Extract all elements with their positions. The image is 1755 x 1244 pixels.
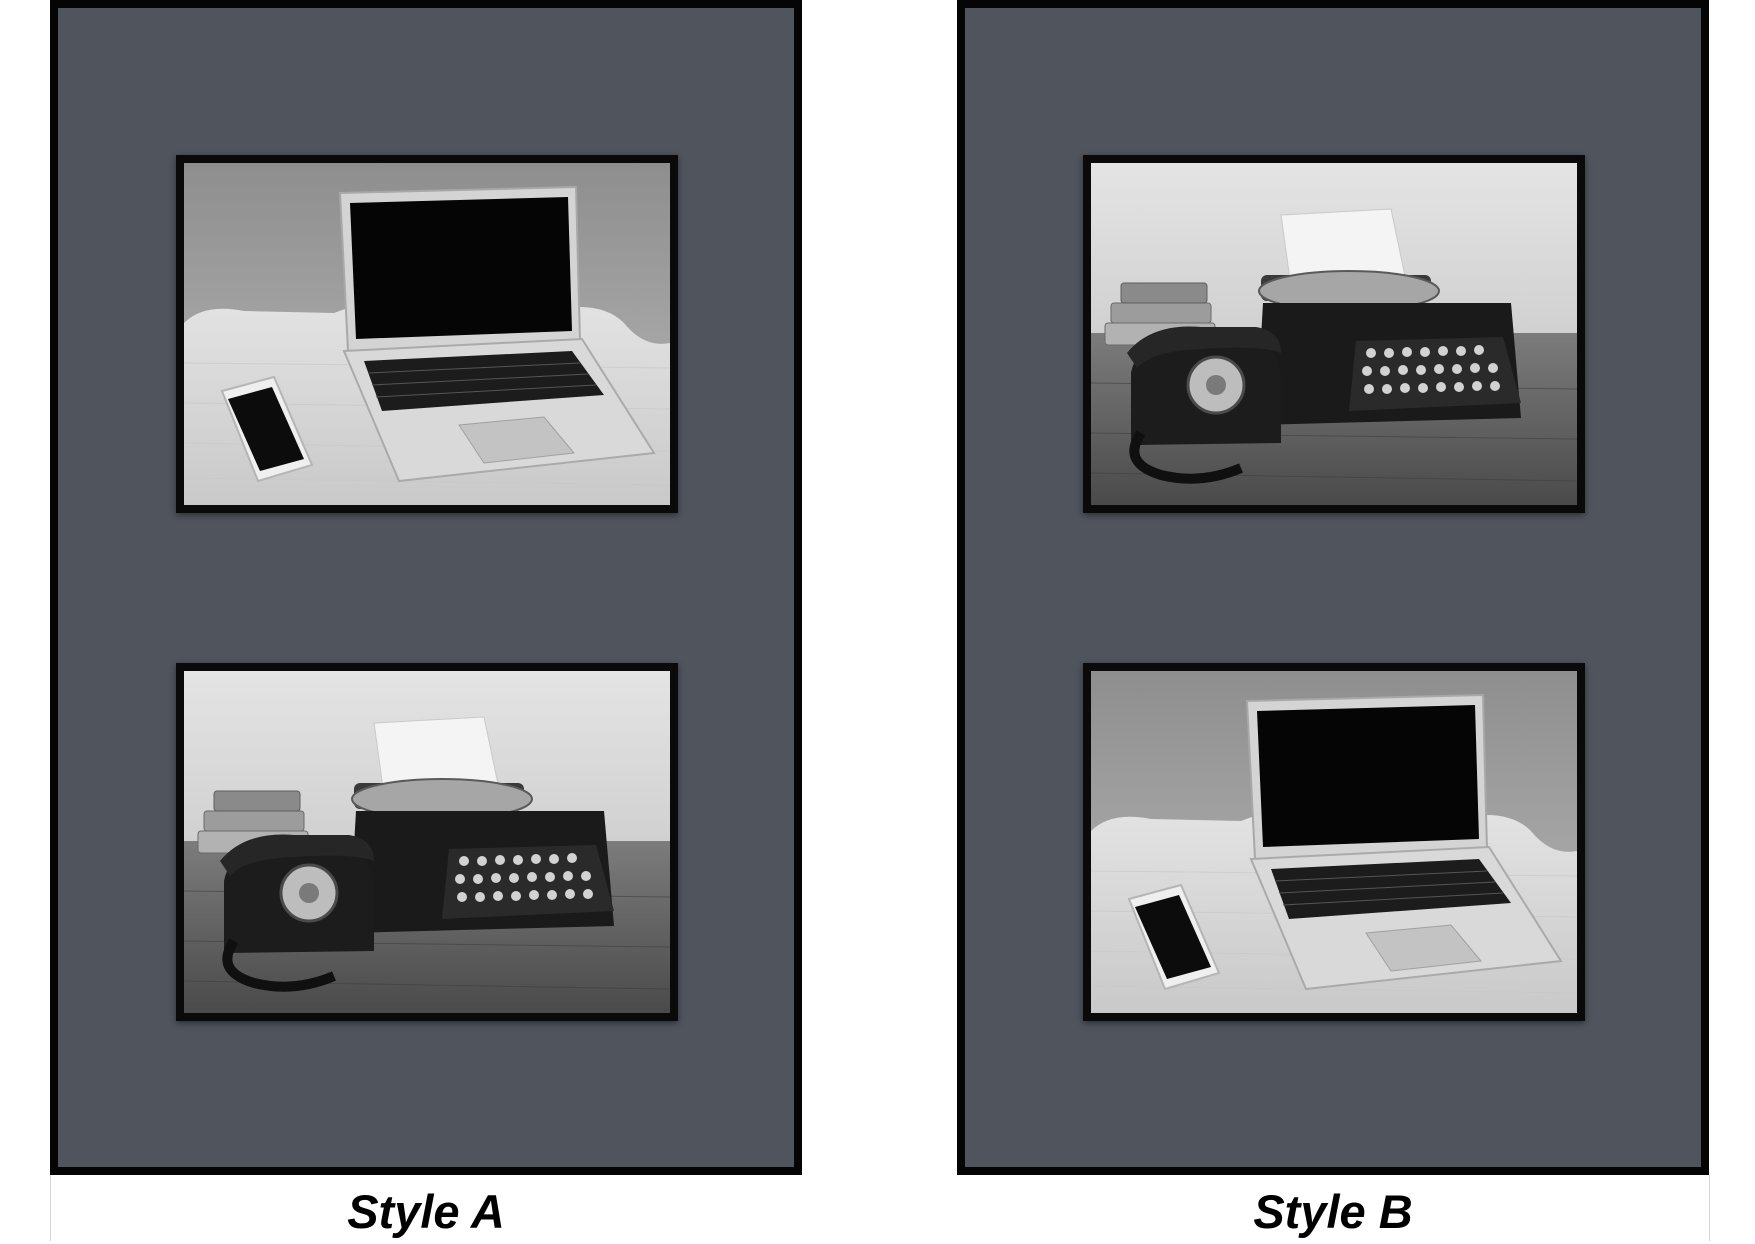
typewriter-and-rotary-phone-photo [176, 663, 678, 1021]
typewriter-and-rotary-phone-image [1091, 163, 1577, 505]
laptop-and-phone-photo [1083, 663, 1585, 1021]
divider [1709, 1175, 1710, 1241]
laptop-and-phone-photo [176, 155, 678, 513]
typewriter-and-rotary-phone-image [184, 671, 670, 1013]
laptop-and-phone-image [184, 163, 670, 505]
style-a-caption: Style A [347, 1185, 505, 1238]
style-a-panel [50, 0, 802, 1175]
laptop-and-phone-image [1091, 671, 1577, 1013]
style-b-caption: Style B [1253, 1185, 1413, 1238]
typewriter-and-rotary-phone-photo [1083, 155, 1585, 513]
style-b-panel [957, 0, 1709, 1175]
